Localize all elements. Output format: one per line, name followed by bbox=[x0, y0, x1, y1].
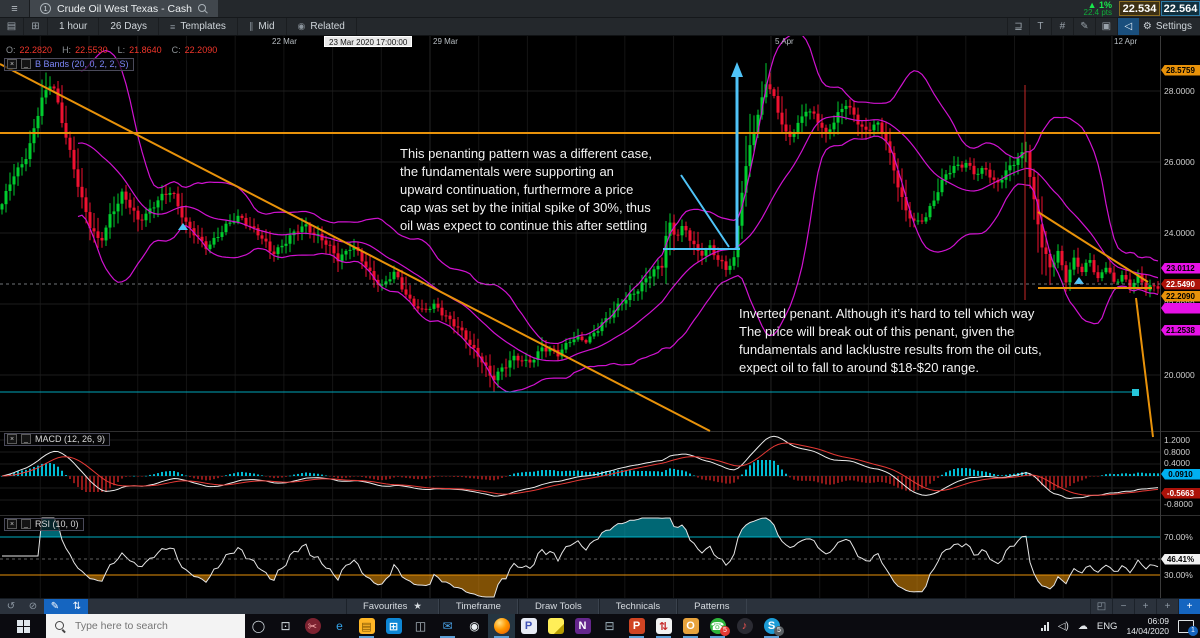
xbox-icon[interactable]: ◉ bbox=[461, 614, 488, 638]
eye-icon: ◉ bbox=[298, 21, 306, 32]
star-icon: ★ bbox=[413, 601, 422, 612]
price-change: ▲ 1% 22.4 pts bbox=[1084, 0, 1112, 17]
cortana-icon[interactable]: ◯ bbox=[245, 614, 272, 638]
taskbar-search[interactable] bbox=[46, 614, 245, 638]
rsi-minimize-icon[interactable]: _ bbox=[21, 519, 31, 529]
period-button[interactable]: 26 Days bbox=[99, 18, 159, 35]
anchor-marker-2 bbox=[1074, 277, 1084, 284]
chart-area: O:22.2820 H:22.5530 L:21.8640 C:22.2090 … bbox=[0, 36, 1200, 598]
onedrive-icon[interactable]: ☁ bbox=[1078, 621, 1088, 632]
task-view-icon[interactable]: ⊡ bbox=[272, 614, 299, 638]
store-icon[interactable]: ⊞ bbox=[380, 614, 407, 638]
price-chart[interactable] bbox=[0, 36, 1200, 598]
firefox-icon[interactable] bbox=[488, 614, 515, 638]
candle-icon: ∥ bbox=[249, 21, 254, 32]
bottom-toolbar: ↺ ⊘ ✎ ⇅ Favourites★ Timeframe Draw Tools… bbox=[0, 598, 1200, 614]
layers-icon[interactable]: ▣ bbox=[1095, 18, 1117, 35]
downside-projection-line bbox=[1136, 298, 1153, 437]
start-button[interactable] bbox=[0, 614, 46, 638]
macd-close-icon[interactable]: × bbox=[7, 434, 17, 444]
change-points: 22.4 pts bbox=[1084, 9, 1112, 17]
cursor-tool-icon[interactable]: ◁ bbox=[1117, 18, 1139, 35]
desktop: ≡ 1 Crude Oil West Texas - Cash ▲ 1% 22.… bbox=[0, 0, 1200, 638]
project-app-icon[interactable]: P bbox=[515, 614, 542, 638]
macd-legend: × _ MACD (12, 26, 9) bbox=[4, 433, 110, 446]
watchlist-icon[interactable]: ▤ bbox=[0, 18, 24, 35]
skype-icon[interactable]: S5 bbox=[758, 614, 785, 638]
search-icon[interactable] bbox=[198, 4, 208, 14]
instrument-title: Crude Oil West Texas - Cash bbox=[57, 3, 192, 15]
chart-toolbar: ▤ ⊞ 1 hour 26 Days ≡Templates ∥Mid ◉Rela… bbox=[0, 18, 1200, 36]
app-titlebar: ≡ 1 Crude Oil West Texas - Cash ▲ 1% 22.… bbox=[0, 0, 1200, 18]
draw-tool-icon[interactable]: ✎ bbox=[1073, 18, 1095, 35]
buy-price-button[interactable]: 22.564 bbox=[1161, 1, 1200, 16]
target-line-handle bbox=[1132, 389, 1139, 396]
settings-button[interactable]: ⚙Settings bbox=[1139, 18, 1200, 35]
crosshair-icon[interactable]: + bbox=[1156, 599, 1178, 614]
templates-button[interactable]: ≡Templates bbox=[159, 18, 238, 35]
grid-toggle-icon[interactable]: # bbox=[1051, 18, 1073, 35]
zoom-out-icon[interactable]: − bbox=[1112, 599, 1134, 614]
sell-price-button[interactable]: 22.534 bbox=[1119, 1, 1160, 16]
macd-minimize-icon[interactable]: _ bbox=[21, 434, 31, 444]
mail-icon[interactable]: ✉ bbox=[434, 614, 461, 638]
fit-chart-icon[interactable]: ◰ bbox=[1090, 599, 1112, 614]
network-icon[interactable] bbox=[1041, 622, 1049, 631]
bbands-close-icon[interactable]: × bbox=[7, 59, 17, 69]
bbands-legend: × _ B Bands (20, 0, 2, 2, S) bbox=[4, 58, 134, 71]
instrument-tab[interactable]: 1 Crude Oil West Texas - Cash bbox=[30, 0, 218, 17]
reset-icon[interactable]: ↺ bbox=[0, 599, 22, 614]
timeframe-menu-button[interactable]: Timeframe bbox=[439, 599, 518, 614]
favourites-button[interactable]: Favourites★ bbox=[346, 599, 439, 614]
sticky-notes-icon[interactable] bbox=[542, 614, 569, 638]
outlook-icon[interactable]: O bbox=[677, 614, 704, 638]
language-indicator[interactable]: ENG bbox=[1097, 621, 1118, 632]
music-app-icon[interactable]: ♪ bbox=[731, 614, 758, 638]
whatsapp-icon[interactable]: ☎5 bbox=[704, 614, 731, 638]
action-center-icon[interactable]: 1 bbox=[1178, 620, 1194, 633]
people-icon[interactable]: ◫ bbox=[407, 614, 434, 638]
system-tray: ◁) ☁ ENG 06:09 14/04/2020 1 bbox=[1041, 614, 1200, 638]
search-input[interactable] bbox=[73, 619, 223, 633]
tray-date: 14/04/2020 bbox=[1126, 626, 1169, 636]
windows-taskbar: ◯⊡✂e▤⊞◫✉◉PN⊟P⇅O☎5♪S5 ◁) ☁ ENG 06:09 14/0… bbox=[0, 614, 1200, 638]
related-button[interactable]: ◉Related bbox=[287, 18, 357, 35]
rsi-legend: × _ RSI (10, 0) bbox=[4, 518, 84, 531]
sort-arrows-icon[interactable]: ⇅ bbox=[66, 599, 88, 614]
sliders-icon: ≡ bbox=[170, 22, 175, 32]
timeframe-button[interactable]: 1 hour bbox=[48, 18, 99, 35]
tray-time: 06:09 bbox=[1126, 616, 1169, 626]
notification-badge: 1 bbox=[1188, 626, 1198, 636]
edge-icon[interactable]: e bbox=[326, 614, 353, 638]
zoom-in-icon[interactable]: + bbox=[1134, 599, 1156, 614]
gear-icon: ⚙ bbox=[1143, 21, 1152, 32]
compare-icon[interactable]: ⊒ bbox=[1007, 18, 1029, 35]
technicals-button[interactable]: Technicals bbox=[599, 599, 677, 614]
volume-icon[interactable]: ◁) bbox=[1058, 621, 1069, 632]
menu-button[interactable]: ≡ bbox=[0, 0, 30, 17]
pencil-icon[interactable]: ✎ bbox=[44, 599, 66, 614]
layout-grid-icon[interactable]: ⊞ bbox=[24, 18, 48, 35]
instrument-number-badge: 1 bbox=[40, 3, 51, 14]
add-tool-icon[interactable]: + bbox=[1178, 599, 1200, 614]
powerpoint-icon[interactable]: P bbox=[623, 614, 650, 638]
downtrend-line bbox=[0, 64, 710, 431]
windows-logo-icon bbox=[17, 620, 30, 633]
remote-desktop-icon[interactable]: ⊟ bbox=[596, 614, 623, 638]
bbands-minimize-icon[interactable]: _ bbox=[21, 59, 31, 69]
trading-app-icon[interactable]: ⇅ bbox=[650, 614, 677, 638]
text-tool-icon[interactable]: T bbox=[1029, 18, 1051, 35]
draw-tools-button[interactable]: Draw Tools bbox=[518, 599, 599, 614]
disable-icon[interactable]: ⊘ bbox=[22, 599, 44, 614]
ohlc-legend: O:22.2820 H:22.5530 L:21.8640 C:22.2090 bbox=[6, 45, 217, 55]
patterns-button[interactable]: Patterns bbox=[677, 599, 746, 614]
clock[interactable]: 06:09 14/04/2020 bbox=[1126, 616, 1169, 636]
file-explorer-icon[interactable]: ▤ bbox=[353, 614, 380, 638]
snip-sketch-icon[interactable]: ✂ bbox=[299, 614, 326, 638]
search-icon bbox=[55, 621, 66, 632]
rsi-close-icon[interactable]: × bbox=[7, 519, 17, 529]
onenote-icon[interactable]: N bbox=[569, 614, 596, 638]
mid-price-button[interactable]: ∥Mid bbox=[238, 18, 287, 35]
